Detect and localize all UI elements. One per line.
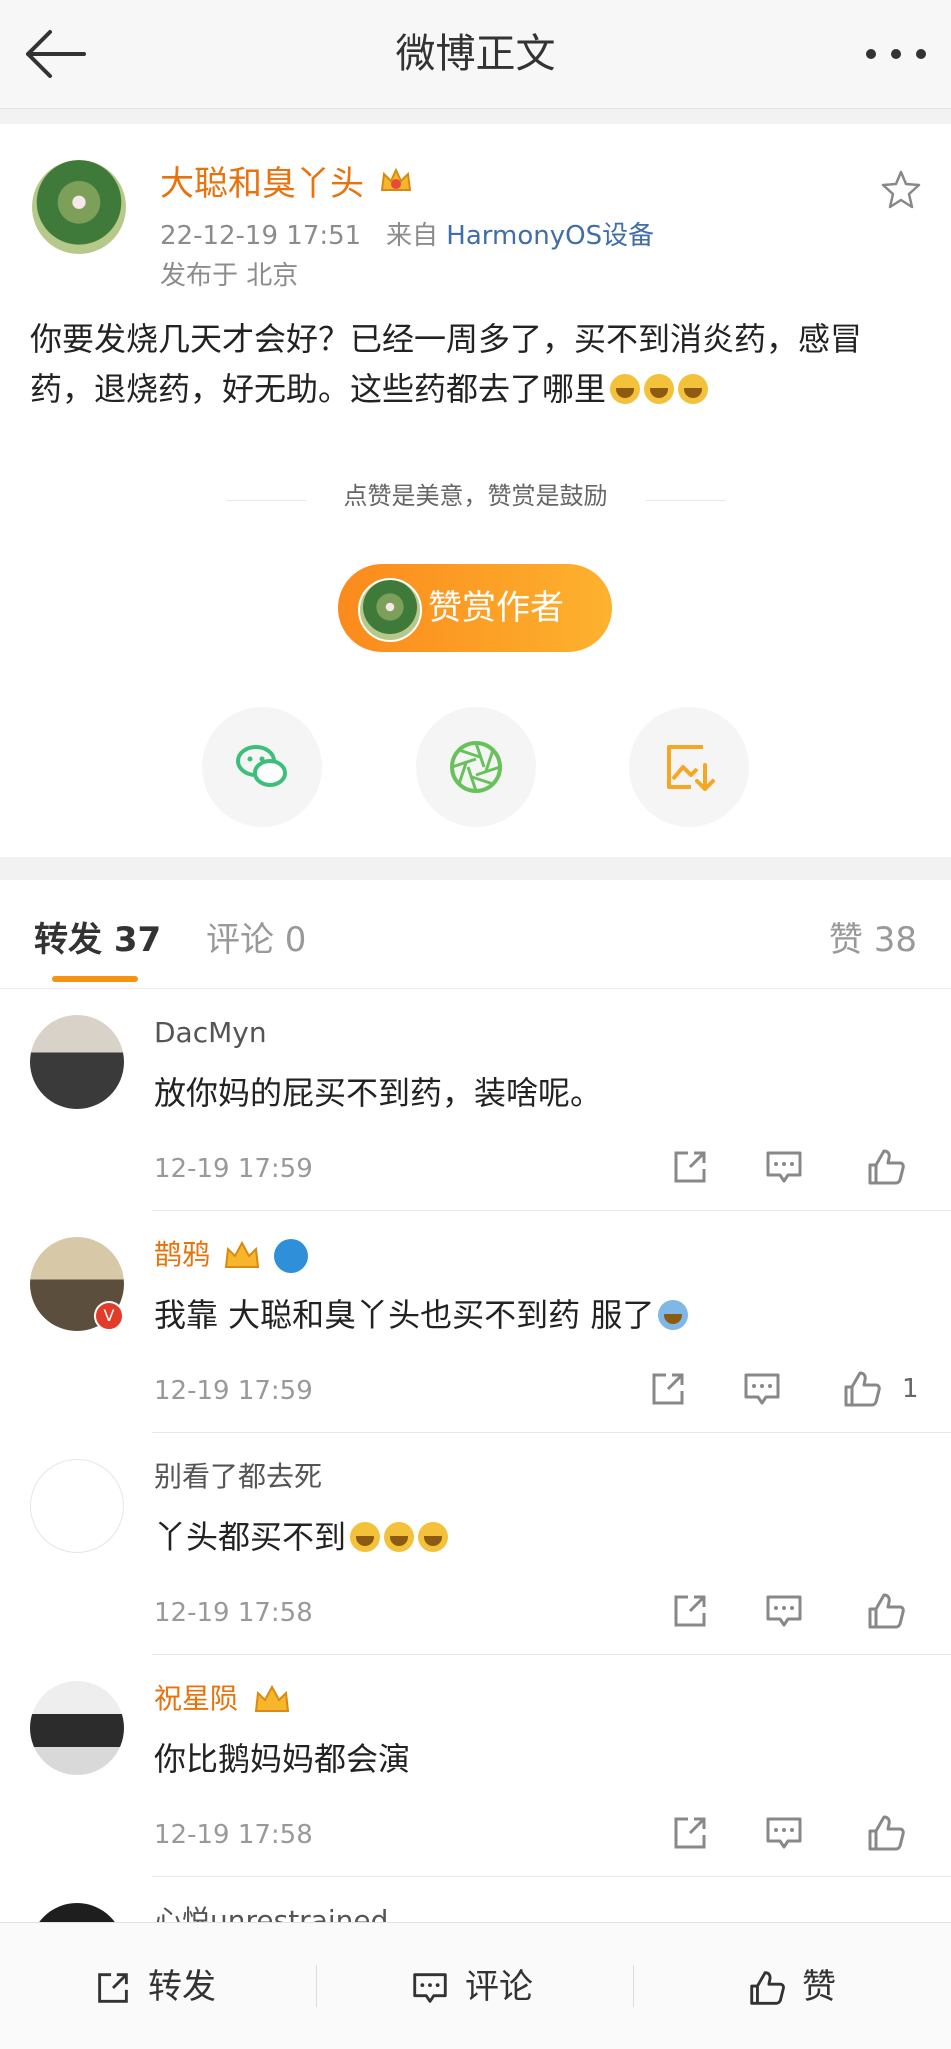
user-name[interactable]: DacMyn <box>154 1013 267 1053</box>
list-item: 别看了都去死 丫头都买不到 12-19 17:58 <box>0 1433 951 1655</box>
vip-crown-icon <box>252 1683 292 1717</box>
post-text: 你要发烧几天才会好？已经一周多了，买不到消炎药，感冒药，退烧药，好无助。这些药都… <box>30 320 863 408</box>
comment-icon[interactable] <box>740 1367 784 1411</box>
like-icon[interactable] <box>840 1367 884 1411</box>
repost-icon[interactable] <box>668 1811 712 1855</box>
bottom-comment-label: 评论 <box>465 1967 533 2007</box>
user-name[interactable]: 别看了都去死 <box>154 1457 322 1497</box>
repost-text: 你比鹅妈妈都会演 <box>154 1740 411 1778</box>
save-image-icon <box>667 745 715 791</box>
author-avatar[interactable] <box>32 160 126 254</box>
divider <box>646 500 726 501</box>
post-card: 大聪和臭丫头 22-12-19 17:51 来自 HarmonyOS设备 发布于… <box>0 124 951 857</box>
bottom-action-bar: 转发 评论 赞 <box>0 1922 951 2049</box>
crying-emoji-icon <box>610 374 641 404</box>
user-name[interactable]: 祝星陨 <box>154 1679 238 1719</box>
avatar[interactable] <box>30 1681 124 1775</box>
repost-icon[interactable] <box>668 1145 712 1189</box>
tab-repost[interactable]: 转发 37 <box>34 916 161 964</box>
like-icon <box>750 1971 785 2005</box>
vip-crown-icon <box>378 164 414 200</box>
page-title: 微博正文 <box>395 31 556 77</box>
more-options-icon[interactable] <box>861 34 931 74</box>
list-item: 祝星陨 你比鹅妈妈都会演 12-19 17:58 <box>0 1655 951 1877</box>
crying-emoji-icon <box>644 374 675 404</box>
comment-icon[interactable] <box>762 1589 806 1633</box>
like-icon[interactable] <box>864 1811 908 1855</box>
vip-crown-icon <box>222 1239 262 1273</box>
like-icon[interactable] <box>864 1589 908 1633</box>
list-item: DacMyn 放你妈的屁买不到药，装啥呢。 12-19 17:59 <box>0 989 951 1211</box>
like-icon[interactable] <box>864 1145 908 1189</box>
repost-list: DacMyn 放你妈的屁买不到药，装啥呢。 12-19 17:59 V 鹊鸦 我… <box>0 989 951 1922</box>
repost-icon[interactable] <box>668 1589 712 1633</box>
bottom-repost-button[interactable]: 转发 <box>0 1923 317 2049</box>
repost-text: 我靠 大聪和臭丫头也买不到药 服了 <box>154 1291 689 1339</box>
moments-shutter-icon <box>450 741 502 793</box>
bottom-comment-button[interactable]: 评论 <box>317 1923 634 2049</box>
repost-text: 丫头都买不到 <box>154 1513 449 1561</box>
repost-text: 放你妈的屁买不到药，装啥呢。 <box>154 1074 603 1112</box>
eye-roll-emoji-icon <box>350 1522 381 1552</box>
repost-time: 12-19 17:59 <box>154 1154 313 1184</box>
blue-badge-icon <box>274 1239 308 1273</box>
reward-author-button[interactable]: 赞赏作者 <box>338 564 612 652</box>
author-name[interactable]: 大聪和臭丫头 <box>160 160 364 208</box>
post-time: 22-12-19 17:51 <box>160 221 362 251</box>
avatar[interactable] <box>30 1015 124 1109</box>
post-body: 你要发烧几天才会好？已经一周多了，买不到消炎药，感冒药，退烧药，好无助。这些药都… <box>30 314 910 414</box>
comment-icon[interactable] <box>762 1145 806 1189</box>
source-prefix: 来自 <box>386 221 439 251</box>
user-name[interactable]: 心悦unrestrained <box>154 1901 388 1922</box>
eye-roll-emoji-icon <box>418 1522 449 1552</box>
avatar[interactable] <box>30 1459 124 1553</box>
reward-tip: 点赞是美意，赞赏是鼓励 <box>343 482 608 510</box>
author-mini-avatar <box>358 578 422 642</box>
avatar[interactable]: V <box>30 1237 124 1331</box>
wechat-icon <box>236 745 287 787</box>
bottom-like-button[interactable]: 赞 <box>634 1923 951 2049</box>
eye-roll-emoji-icon <box>384 1522 415 1552</box>
like-count: 1 <box>902 1374 919 1404</box>
tab-like[interactable]: 赞 38 <box>829 916 917 964</box>
favorite-star-icon[interactable] <box>879 168 923 212</box>
repost-icon <box>98 1973 128 2003</box>
list-item: 心悦unrestrained <box>0 1877 951 1922</box>
reward-button-label: 赞赏作者 <box>428 588 564 628</box>
repost-time: 12-19 17:59 <box>154 1376 313 1406</box>
comment-icon[interactable] <box>762 1811 806 1855</box>
avatar[interactable] <box>30 1903 124 1922</box>
share-moments-button[interactable] <box>416 707 536 827</box>
post-location: 发布于 北京 <box>160 261 299 291</box>
verified-v-badge: V <box>94 1301 124 1331</box>
active-tab-indicator <box>52 976 138 982</box>
repost-time: 12-19 17:58 <box>154 1820 313 1850</box>
post-meta: 22-12-19 17:51 来自 HarmonyOS设备 <box>160 216 654 256</box>
tab-comment[interactable]: 评论 0 <box>206 916 306 964</box>
shrug-emoji-icon <box>658 1300 689 1330</box>
list-item: V 鹊鸦 我靠 大聪和臭丫头也买不到药 服了 12-19 17:59 1 <box>0 1211 951 1433</box>
repost-time: 12-19 17:58 <box>154 1598 313 1628</box>
post-source[interactable]: HarmonyOS设备 <box>446 221 654 251</box>
top-bar: 微博正文 <box>0 0 951 109</box>
repost-text-content: 丫头都买不到 <box>154 1518 347 1556</box>
crying-emoji-icon <box>678 374 709 404</box>
save-image-button[interactable] <box>629 707 749 827</box>
share-wechat-button[interactable] <box>202 707 322 827</box>
repost-icon[interactable] <box>646 1367 690 1411</box>
bottom-repost-label: 转发 <box>148 1967 216 2007</box>
repost-text-content: 我靠 大聪和臭丫头也买不到药 服了 <box>154 1296 655 1334</box>
interaction-tabs: 转发 37 评论 0 赞 38 <box>0 880 951 989</box>
user-name[interactable]: 鹊鸦 <box>154 1235 210 1275</box>
comment-icon <box>413 1973 447 2003</box>
bottom-like-label: 赞 <box>802 1967 836 2007</box>
